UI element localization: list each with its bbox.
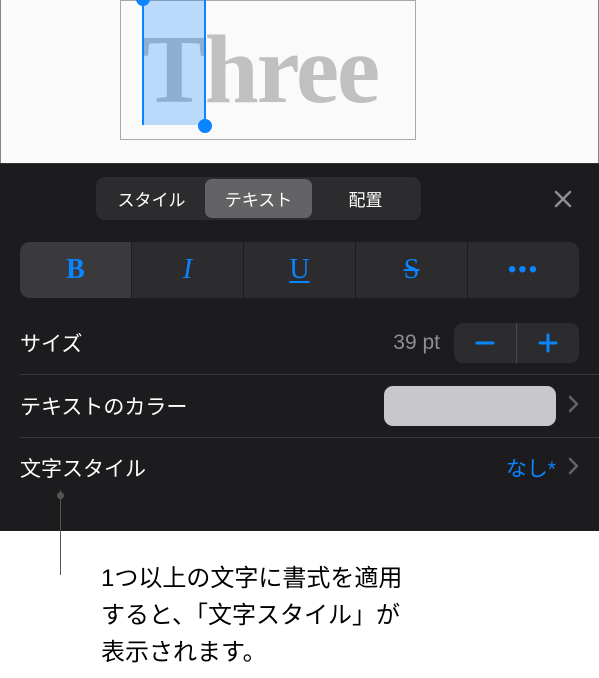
- italic-button[interactable]: I: [132, 242, 244, 298]
- size-decrease-button[interactable]: [454, 323, 516, 363]
- chevron-right-icon: [568, 455, 579, 481]
- char-style-value: なし*: [506, 453, 556, 483]
- minus-icon: [473, 331, 497, 355]
- char-style-label: 文字スタイル: [20, 453, 506, 483]
- size-label: サイズ: [20, 328, 393, 358]
- canvas-area: Three: [0, 0, 599, 163]
- callout-line: [60, 490, 61, 575]
- bold-icon: B: [66, 254, 85, 286]
- close-icon: [554, 190, 572, 208]
- callout-line2: すると、「文字スタイル」が: [101, 602, 400, 629]
- text-selection[interactable]: [142, 0, 206, 125]
- tab-arrange[interactable]: 配置: [312, 179, 419, 218]
- more-options-button[interactable]: •••: [468, 242, 579, 298]
- tabs-bar: スタイル テキスト 配置: [0, 164, 599, 232]
- plus-icon: [536, 331, 560, 355]
- italic-icon: I: [183, 254, 192, 286]
- size-row: サイズ 39 pt: [0, 312, 599, 374]
- close-button[interactable]: [547, 183, 579, 215]
- format-buttons: B I U S •••: [0, 232, 599, 312]
- bold-button[interactable]: B: [20, 242, 132, 298]
- strikethrough-button[interactable]: S: [356, 242, 468, 298]
- more-icon: •••: [508, 256, 539, 284]
- format-panel: スタイル テキスト 配置 B I U S ••• サイズ 39 pt: [0, 163, 599, 531]
- tab-style[interactable]: スタイル: [98, 179, 205, 218]
- tab-text[interactable]: テキスト: [205, 179, 312, 218]
- underline-icon: U: [289, 254, 309, 286]
- size-stepper: [454, 323, 579, 363]
- tabs-group: スタイル テキスト 配置: [96, 177, 421, 220]
- selection-handle-end[interactable]: [198, 119, 212, 133]
- underline-button[interactable]: U: [244, 242, 356, 298]
- chevron-right-icon: [568, 393, 579, 419]
- strikethrough-icon: S: [404, 254, 420, 286]
- char-style-row[interactable]: 文字スタイル なし*: [0, 438, 599, 498]
- text-color-label: テキストのカラー: [20, 391, 384, 421]
- callout-text: 1つ以上の文字に書式を適用 すると、「文字スタイル」が 表示されます。: [101, 560, 402, 672]
- color-swatch[interactable]: [384, 386, 556, 426]
- size-increase-button[interactable]: [517, 323, 579, 363]
- text-color-row[interactable]: テキストのカラー: [0, 375, 599, 437]
- callout-line3: 表示されます。: [101, 639, 267, 666]
- size-value: 39 pt: [393, 331, 440, 355]
- callout-line1: 1つ以上の文字に書式を適用: [101, 565, 402, 592]
